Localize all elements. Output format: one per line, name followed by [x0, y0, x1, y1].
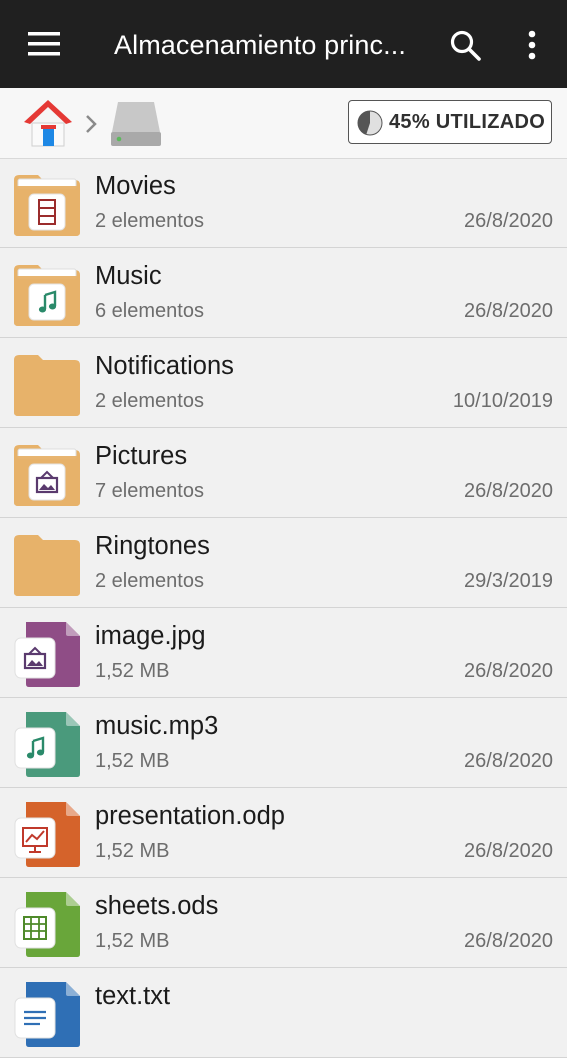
- item-details: 1,52 MB: [95, 840, 170, 862]
- home-icon[interactable]: [22, 98, 74, 148]
- image-file-icon: [12, 620, 82, 688]
- item-details: 2 elementos: [95, 210, 204, 232]
- item-details: 1,52 MB: [95, 660, 170, 682]
- item-name: text.txt: [95, 982, 171, 1010]
- item-date: 26/8/2020: [464, 660, 553, 682]
- folder-movies-icon: [12, 170, 82, 238]
- item-date: 26/8/2020: [464, 210, 553, 232]
- list-item[interactable]: music.mp3 1,52 MB 26/8/2020: [0, 698, 567, 788]
- item-name: Movies: [95, 172, 176, 200]
- list-item[interactable]: presentation.odp 1,52 MB 26/8/2020: [0, 788, 567, 878]
- item-name: image.jpg: [95, 622, 206, 650]
- storage-usage-label: 45% UTILIZADO: [389, 111, 546, 133]
- more-vert-icon[interactable]: [516, 26, 548, 66]
- item-details: 7 elementos: [95, 480, 204, 502]
- item-details: 2 elementos: [95, 390, 204, 412]
- storage-usage-button[interactable]: 45% UTILIZADO: [348, 100, 552, 144]
- folder-icon: [12, 350, 82, 418]
- item-name: presentation.odp: [95, 802, 285, 830]
- folder-music-icon: [12, 260, 82, 328]
- list-item[interactable]: image.jpg 1,52 MB 26/8/2020: [0, 608, 567, 698]
- app-bar: Almacenamiento princ...: [0, 0, 567, 88]
- hamburger-menu-icon[interactable]: [22, 26, 66, 62]
- text-file-icon: [12, 980, 82, 1048]
- presentation-file-icon: [12, 800, 82, 868]
- search-icon[interactable]: [446, 26, 486, 66]
- item-details: 1,52 MB: [95, 750, 170, 772]
- item-name: Pictures: [95, 442, 188, 470]
- item-date: 26/8/2020: [464, 750, 553, 772]
- item-details: 2 elementos: [95, 570, 204, 592]
- item-date: 10/10/2019: [452, 390, 553, 412]
- item-date: 26/8/2020: [464, 840, 553, 862]
- chevron-right-icon: [86, 115, 97, 133]
- breadcrumb: 45% UTILIZADO: [0, 88, 567, 159]
- list-item[interactable]: text.txt: [0, 968, 567, 1058]
- spreadsheet-file-icon: [12, 890, 82, 958]
- item-name: Music: [95, 262, 162, 290]
- internal-storage-icon[interactable]: [108, 98, 164, 150]
- item-details: 1,52 MB: [95, 930, 170, 952]
- page-title: Almacenamiento princ...: [114, 30, 406, 60]
- item-name: Ringtones: [95, 532, 210, 560]
- item-name: Notifications: [95, 352, 234, 380]
- file-list: Movies 2 elementos 26/8/2020 Music 6 ele…: [0, 158, 567, 1058]
- list-item[interactable]: Pictures 7 elementos 26/8/2020: [0, 428, 567, 518]
- item-date: 26/8/2020: [464, 480, 553, 502]
- list-item[interactable]: Music 6 elementos 26/8/2020: [0, 248, 567, 338]
- item-date: 26/8/2020: [464, 930, 553, 952]
- item-date: 26/8/2020: [464, 300, 553, 322]
- list-item[interactable]: Ringtones 2 elementos 29/3/2019: [0, 518, 567, 608]
- item-name: music.mp3: [95, 712, 219, 740]
- folder-pictures-icon: [12, 440, 82, 508]
- list-item[interactable]: Movies 2 elementos 26/8/2020: [0, 158, 567, 248]
- item-details: 6 elementos: [95, 300, 204, 322]
- usage-pie-icon: [357, 110, 383, 136]
- folder-icon: [12, 530, 82, 598]
- audio-file-icon: [12, 710, 82, 778]
- list-item[interactable]: Notifications 2 elementos 10/10/2019: [0, 338, 567, 428]
- list-item[interactable]: sheets.ods 1,52 MB 26/8/2020: [0, 878, 567, 968]
- item-date: 29/3/2019: [464, 570, 553, 592]
- item-name: sheets.ods: [95, 892, 219, 920]
